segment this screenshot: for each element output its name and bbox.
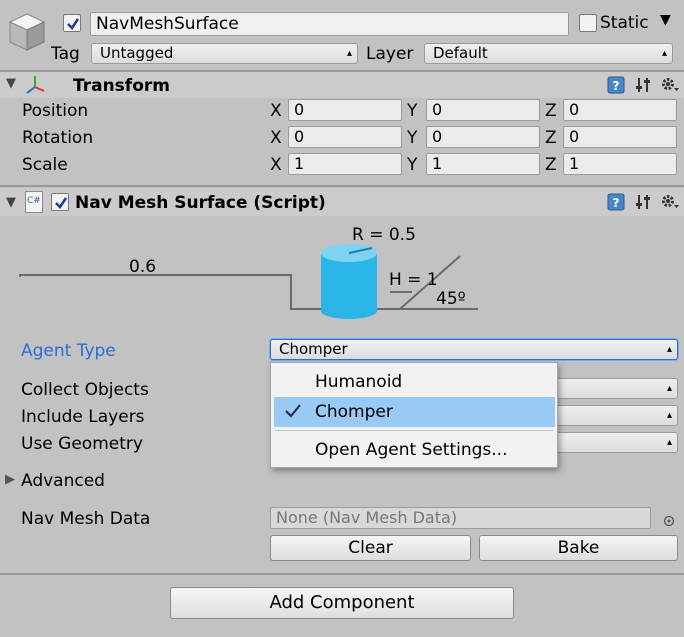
navmesh-title: Nav Mesh Surface (Script)	[75, 193, 326, 213]
menu-item-humanoid[interactable]: Humanoid	[271, 367, 557, 397]
tag-value: Untagged	[100, 44, 174, 62]
diagram-radius-label: R = 0.5	[352, 225, 416, 245]
navmesh-enabled-checkbox[interactable]	[51, 193, 69, 211]
help-book-icon[interactable]: ?	[607, 193, 625, 216]
position-label: Position	[22, 101, 89, 121]
add-component-button[interactable]: Add Component	[170, 587, 514, 619]
script-icon-text: C#	[27, 196, 41, 206]
menu-item-label: Humanoid	[315, 372, 403, 392]
layer-dropdown[interactable]: Default ▴	[424, 43, 673, 64]
advanced-foldout-label[interactable]: Advanced	[21, 471, 105, 491]
static-dropdown-arrow-icon[interactable]: ▼	[660, 12, 671, 28]
scale-x-field[interactable]: 1	[288, 153, 402, 175]
svg-text:?: ?	[613, 196, 620, 210]
divider	[0, 573, 684, 575]
checkmark-icon	[284, 403, 302, 424]
rotation-y-field[interactable]: 0	[426, 126, 540, 148]
bake-button[interactable]: Bake	[479, 535, 678, 561]
svg-text:?: ?	[613, 79, 620, 93]
axis-y-label: Y	[407, 128, 418, 148]
agent-type-value: Chomper	[279, 340, 348, 358]
object-name-field[interactable]: NavMeshSurface	[90, 12, 569, 36]
axis-z-label: Z	[545, 101, 557, 121]
divider	[0, 185, 684, 187]
scale-z-field[interactable]: 1	[563, 153, 677, 175]
menu-separator	[275, 430, 553, 431]
scale-label: Scale	[22, 155, 68, 175]
position-y-field[interactable]: 0	[426, 99, 540, 121]
dropdown-arrows-icon: ▴	[666, 344, 672, 355]
object-picker-icon[interactable]	[663, 512, 675, 532]
menu-item-open-agent-settings[interactable]: Open Agent Settings...	[271, 435, 557, 465]
position-z-field[interactable]: 0	[563, 99, 677, 121]
dropdown-arrows-icon: ▴	[661, 48, 667, 59]
preset-sliders-icon[interactable]	[634, 193, 652, 216]
diagram-slope-label: 45º	[436, 289, 466, 309]
diagram-height-label: H = 1	[389, 270, 438, 290]
collect-objects-dropdown[interactable]: ▴	[540, 378, 678, 399]
axis-x-label: X	[270, 101, 282, 121]
dropdown-arrows-icon: ▴	[666, 437, 672, 448]
tag-label: Tag	[51, 44, 80, 64]
menu-item-label: Open Agent Settings...	[315, 440, 508, 460]
gear-icon[interactable]	[660, 192, 680, 217]
diagram-step-label: 0.6	[129, 257, 157, 277]
axis-z-label: Z	[545, 155, 557, 175]
rotation-z-field[interactable]: 0	[563, 126, 677, 148]
nav-mesh-data-label: Nav Mesh Data	[21, 509, 151, 529]
agent-diagram	[19, 244, 478, 319]
collect-objects-label: Collect Objects	[21, 380, 149, 400]
preset-sliders-icon[interactable]	[634, 76, 652, 99]
layer-label: Layer	[366, 44, 414, 64]
nav-mesh-data-field[interactable]: None (Nav Mesh Data)	[270, 507, 651, 529]
rotation-x-field[interactable]: 0	[288, 126, 402, 148]
dropdown-arrows-icon: ▴	[666, 410, 672, 421]
tag-dropdown[interactable]: Untagged ▴	[91, 43, 358, 64]
script-file-icon: C#	[25, 191, 43, 213]
help-book-icon[interactable]: ?	[607, 76, 625, 99]
axis-y-label: Y	[407, 101, 418, 121]
active-checkbox[interactable]	[63, 14, 81, 32]
agent-cylinder-icon	[321, 244, 377, 319]
include-layers-dropdown[interactable]: ▴	[540, 405, 678, 426]
include-layers-label: Include Layers	[21, 407, 145, 427]
dropdown-arrows-icon: ▴	[666, 383, 672, 394]
rotation-label: Rotation	[22, 128, 94, 148]
menu-item-label: Chomper	[315, 402, 393, 422]
axis-x-label: X	[270, 155, 282, 175]
axis-x-label: X	[270, 128, 282, 148]
scale-y-field[interactable]: 1	[426, 153, 540, 175]
menu-item-chomper[interactable]: Chomper	[274, 397, 555, 427]
dropdown-arrows-icon: ▴	[346, 48, 352, 59]
foldout-arrow-icon[interactable]: ▼	[6, 195, 16, 210]
agent-type-label: Agent Type	[21, 341, 116, 361]
foldout-arrow-icon[interactable]: ▼	[6, 76, 16, 91]
position-x-field[interactable]: 0	[288, 99, 402, 121]
use-geometry-dropdown[interactable]: ▴	[540, 432, 678, 453]
agent-type-menu: Humanoid Chomper Open Agent Settings...	[270, 362, 558, 468]
axis-z-label: Z	[545, 128, 557, 148]
static-label: Static	[600, 13, 649, 33]
gameobject-cube-icon	[8, 12, 46, 57]
axis-y-label: Y	[407, 155, 418, 175]
agent-type-dropdown[interactable]: Chomper ▴	[270, 339, 678, 360]
transform-title: Transform	[73, 76, 170, 96]
layer-value: Default	[433, 44, 488, 62]
clear-button[interactable]: Clear	[270, 535, 471, 561]
advanced-foldout-arrow-icon[interactable]: ▶	[5, 472, 15, 487]
gear-icon[interactable]	[660, 75, 680, 100]
use-geometry-label: Use Geometry	[21, 434, 143, 454]
transform-axes-icon	[24, 74, 46, 101]
static-checkbox[interactable]	[579, 14, 597, 32]
